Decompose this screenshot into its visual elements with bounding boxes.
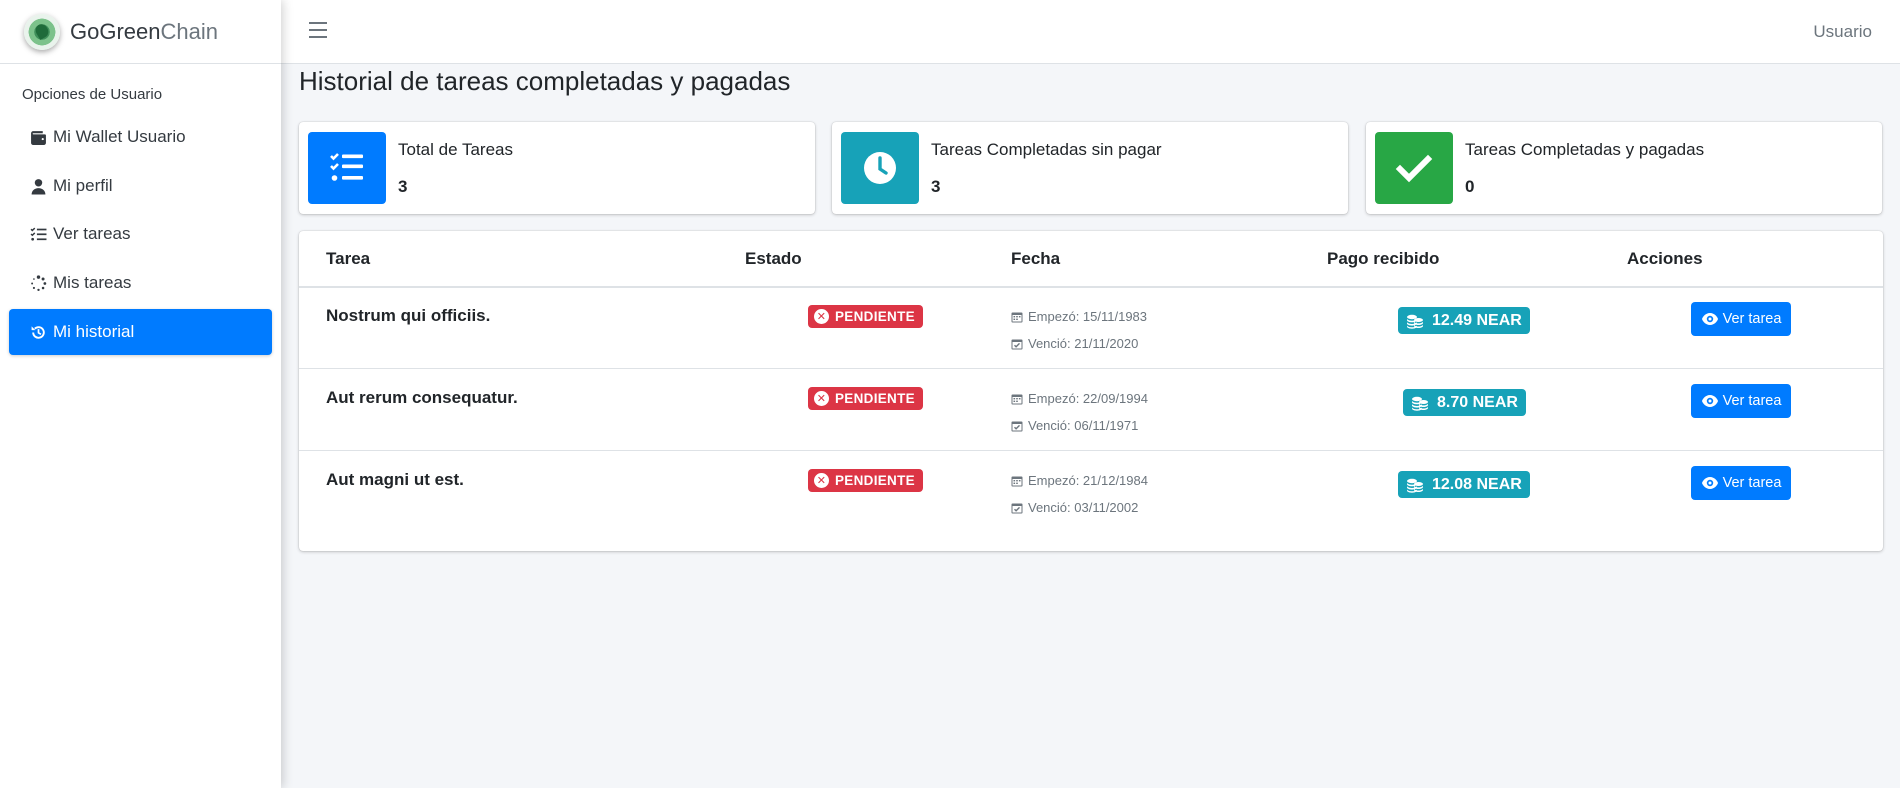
column-header-status: Estado bbox=[745, 249, 802, 268]
sidebar-item-label: Mi historial bbox=[53, 322, 135, 341]
status-badge: ✕ PENDIENTE bbox=[808, 387, 923, 410]
sidebar-item-history[interactable]: Mi historial bbox=[9, 309, 272, 355]
sidebar-item-label: Mi perfil bbox=[53, 176, 113, 195]
column-header-actions: Acciones bbox=[1627, 249, 1703, 268]
info-box-unpaid: Tareas Completadas sin pagar 3 bbox=[832, 122, 1348, 214]
info-box-total: Total de Tareas 3 bbox=[299, 122, 815, 214]
info-box-paid: Tareas Completadas y pagadas 0 bbox=[1366, 122, 1882, 214]
info-box-label: Tareas Completadas y pagadas bbox=[1465, 140, 1705, 159]
eye-icon bbox=[1701, 477, 1718, 489]
view-task-button[interactable]: Ver tarea bbox=[1691, 384, 1791, 418]
calendar-check-icon bbox=[1011, 421, 1023, 431]
user-menu-link[interactable]: Usuario bbox=[1813, 22, 1872, 42]
payment-badge: 12.49 NEAR bbox=[1398, 307, 1530, 334]
user-icon bbox=[29, 177, 47, 195]
coins-icon bbox=[1407, 478, 1423, 493]
check-icon bbox=[1375, 132, 1453, 204]
task-title: Aut magni ut est. bbox=[326, 470, 464, 489]
eye-icon bbox=[1701, 395, 1718, 407]
menu-toggle-icon[interactable] bbox=[309, 22, 327, 38]
task-title: Aut rerum consequatur. bbox=[326, 388, 518, 407]
history-icon bbox=[29, 323, 47, 341]
start-date: Empezó: 15/11/1983 bbox=[1011, 309, 1147, 324]
calendar-icon bbox=[1011, 312, 1023, 322]
column-header-task: Tarea bbox=[326, 249, 371, 268]
sidebar-item-label: Ver tareas bbox=[53, 224, 131, 243]
info-box-label: Tareas Completadas sin pagar bbox=[931, 140, 1162, 159]
close-circle-icon: ✕ bbox=[814, 391, 829, 406]
brand-name: GoGreenChain bbox=[70, 18, 218, 44]
sidebar-item-label: Mis tareas bbox=[53, 273, 132, 292]
status-badge: ✕ PENDIENTE bbox=[808, 305, 923, 328]
brand-logo bbox=[24, 13, 60, 50]
close-circle-icon: ✕ bbox=[814, 473, 829, 488]
topbar: Usuario bbox=[281, 0, 1900, 64]
info-box-value: 0 bbox=[1465, 177, 1475, 196]
info-box-label: Total de Tareas bbox=[398, 140, 513, 159]
task-title: Nostrum qui officiis. bbox=[326, 306, 491, 325]
sidebar-item-my-tasks[interactable]: Mis tareas bbox=[9, 260, 272, 306]
due-date: Venció: 03/11/2002 bbox=[1011, 500, 1138, 515]
header-divider bbox=[299, 286, 1883, 288]
status-badge: ✕ PENDIENTE bbox=[808, 469, 923, 492]
row-divider bbox=[299, 368, 1883, 369]
column-header-date: Fecha bbox=[1011, 249, 1061, 268]
sidebar-item-profile[interactable]: Mi perfil bbox=[9, 163, 272, 209]
due-date: Venció: 21/11/2020 bbox=[1011, 336, 1138, 351]
row-divider bbox=[299, 450, 1883, 451]
close-circle-icon: ✕ bbox=[814, 309, 829, 324]
start-date: Empezó: 21/12/1984 bbox=[1011, 473, 1148, 488]
coins-icon bbox=[1412, 396, 1428, 411]
sidebar: GoGreenChain Opciones de Usuario Mi Wall… bbox=[0, 0, 281, 788]
tasks-icon bbox=[308, 132, 386, 204]
info-box-value: 3 bbox=[931, 177, 941, 196]
view-task-button[interactable]: Ver tarea bbox=[1691, 302, 1791, 336]
payment-badge: 8.70 NEAR bbox=[1403, 389, 1526, 416]
eye-icon bbox=[1701, 313, 1718, 325]
due-date: Venció: 06/11/1971 bbox=[1011, 418, 1138, 433]
sidebar-item-label: Mi Wallet Usuario bbox=[53, 127, 186, 146]
calendar-icon bbox=[1011, 394, 1023, 404]
column-header-payment: Pago recibido bbox=[1327, 249, 1440, 268]
wallet-icon bbox=[29, 128, 47, 146]
coins-icon bbox=[1407, 314, 1423, 329]
start-date: Empezó: 22/09/1994 bbox=[1011, 391, 1148, 406]
sidebar-item-wallet[interactable]: Mi Wallet Usuario bbox=[9, 114, 272, 160]
payment-badge: 12.08 NEAR bbox=[1398, 471, 1530, 498]
info-box-value: 3 bbox=[398, 177, 408, 196]
sidebar-item-tasks[interactable]: Ver tareas bbox=[9, 211, 272, 257]
page-title: Historial de tareas completadas y pagada… bbox=[299, 66, 791, 96]
calendar-check-icon bbox=[1011, 503, 1023, 513]
view-task-button[interactable]: Ver tarea bbox=[1691, 466, 1791, 500]
clock-icon bbox=[841, 132, 919, 204]
spinner-icon bbox=[29, 274, 47, 292]
tasks-table: Tarea Estado Fecha Pago recibido Accione… bbox=[299, 231, 1883, 551]
brand[interactable]: GoGreenChain bbox=[0, 0, 281, 64]
calendar-icon bbox=[1011, 476, 1023, 486]
calendar-check-icon bbox=[1011, 339, 1023, 349]
list-check-icon bbox=[29, 225, 47, 243]
